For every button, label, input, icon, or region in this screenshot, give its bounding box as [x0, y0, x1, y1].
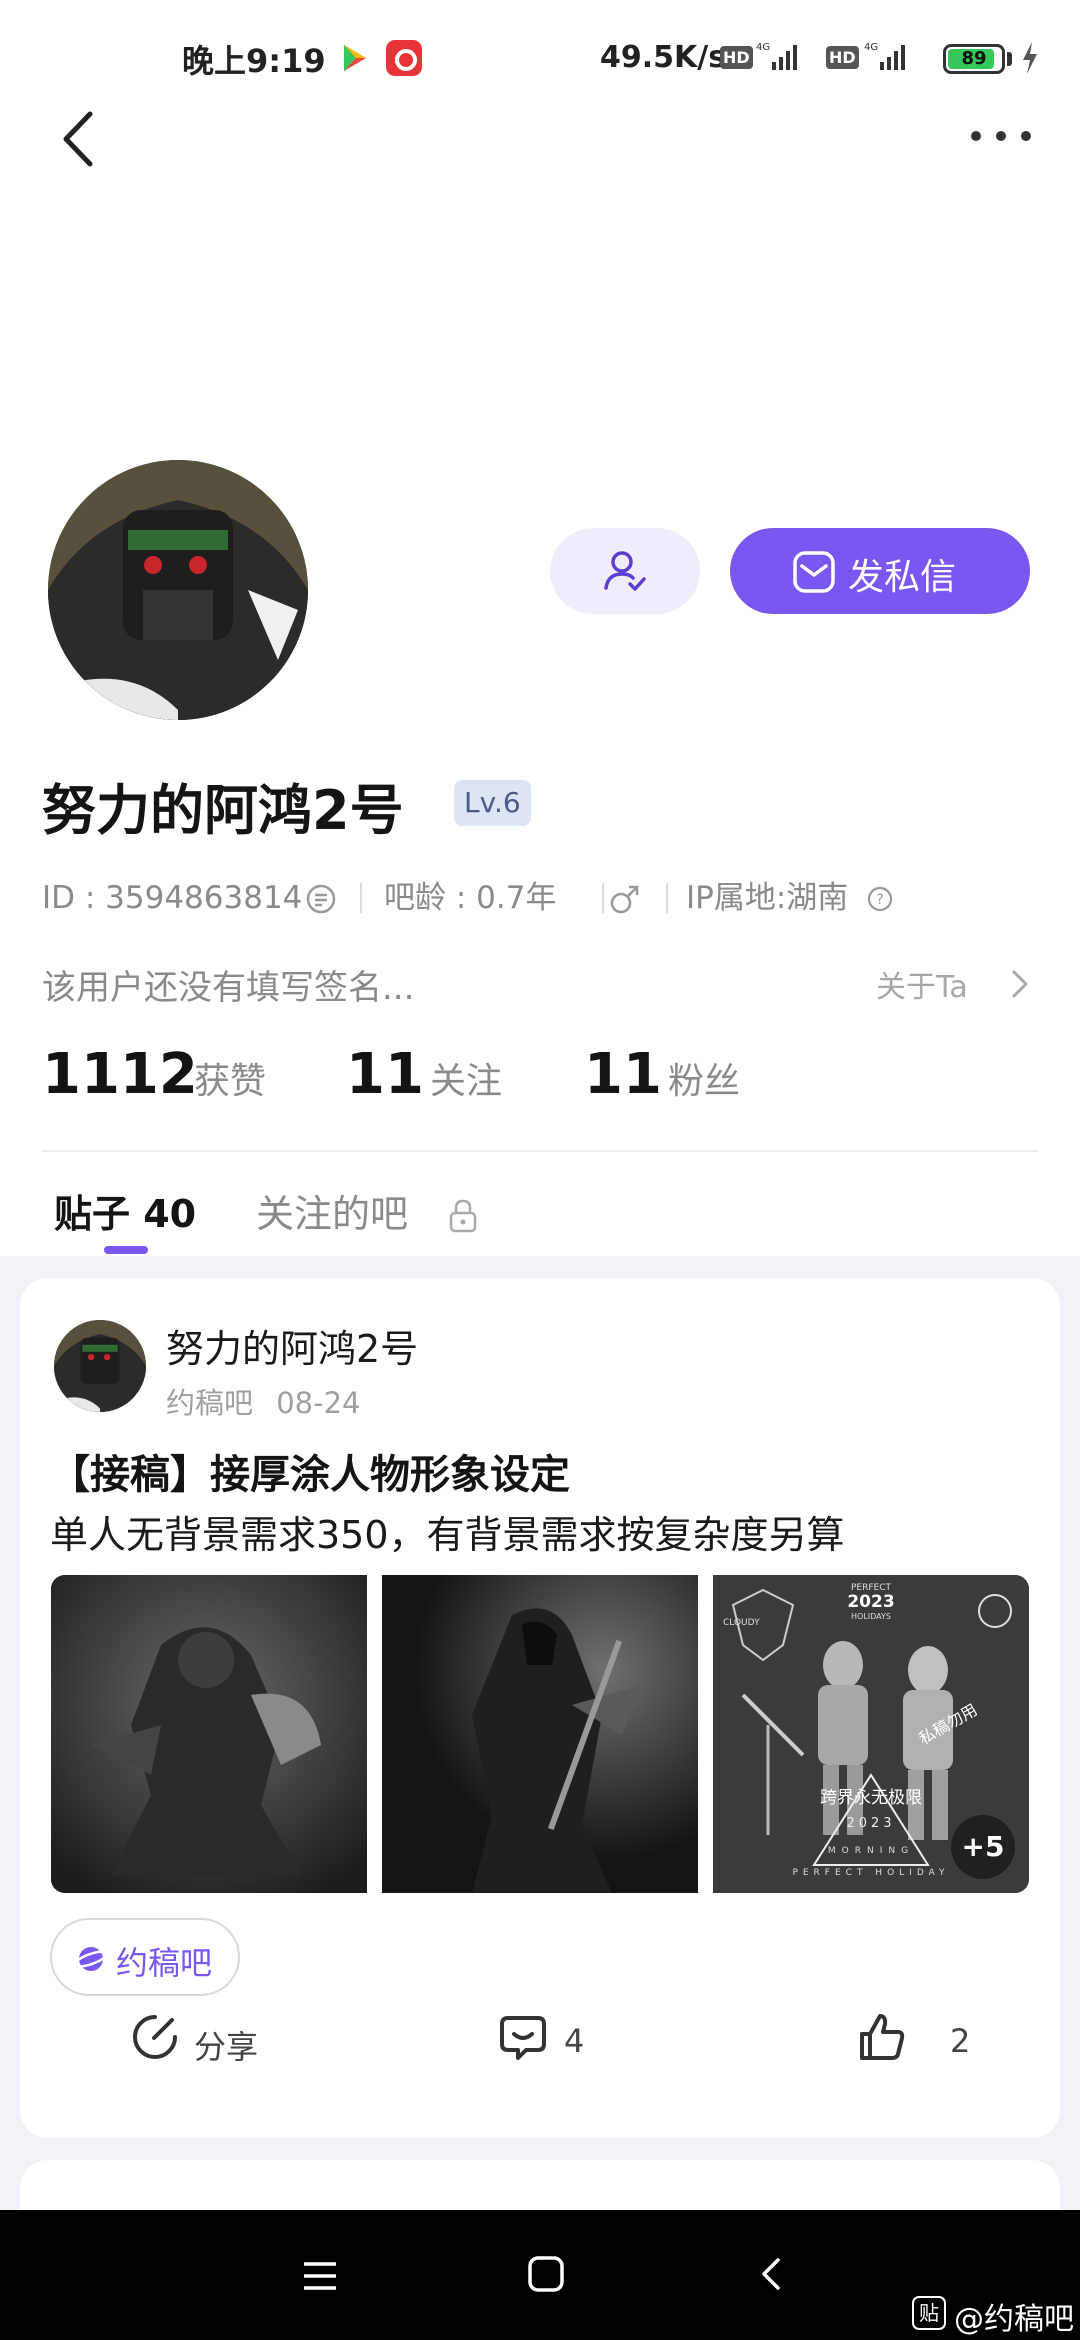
svg-text:4G: 4G: [864, 42, 878, 53]
tab-followed-forums[interactable]: 关注的吧: [256, 1186, 408, 1242]
user-check-icon: [604, 551, 646, 591]
back-button[interactable]: [54, 104, 104, 174]
follow-button[interactable]: [550, 528, 700, 614]
meta-divider: [602, 883, 604, 913]
about-link[interactable]: 关于Ta: [876, 962, 968, 1006]
share-icon: [133, 2015, 177, 2059]
followers-count[interactable]: 11: [584, 1040, 662, 1110]
post-meta: 约稿吧 08-24: [166, 1380, 361, 1422]
more-options-icon[interactable]: [966, 120, 1036, 160]
active-tab-indicator: [104, 1246, 148, 1254]
menu-icon[interactable]: [300, 2256, 340, 2296]
post-author-avatar[interactable]: [54, 1320, 146, 1412]
copy-icon[interactable]: [304, 882, 338, 916]
status-bar: 晚上9:19 49.5K/s HD 4G HD 4G 89: [0, 0, 1080, 118]
hd-badge: HD: [826, 46, 859, 69]
system-nav-bar: 贴 @约稿吧: [0, 2210, 1080, 2340]
level-badge: Lv.6: [454, 780, 531, 826]
thumbs-up-icon: [860, 2014, 905, 2060]
thumb3-slogan: 跨界永无极限: [820, 1788, 922, 1808]
profile-signature: 该用户还没有填写签名...: [42, 968, 415, 1008]
post-image[interactable]: [382, 1575, 698, 1893]
play-store-icon: [344, 45, 366, 71]
divider: [42, 1150, 1038, 1152]
thumb3-year2: 2023: [846, 1816, 895, 1831]
thumb3-brand: CLOUDY: [723, 1618, 760, 1628]
thumb3-year: 2023: [847, 1592, 894, 1612]
comment-icon: [500, 2016, 546, 2060]
comment-count: 4: [564, 2022, 585, 2060]
signal-icon: 4G: [864, 42, 905, 70]
charging-bolt-icon: [1023, 42, 1037, 74]
like-button[interactable]: 2: [856, 1994, 976, 2074]
battery-percent: 89: [961, 48, 987, 69]
like-count: 2: [950, 2022, 971, 2060]
mail-icon: [793, 551, 835, 593]
post-title[interactable]: 【接稿】接厚涂人物形象设定: [50, 1442, 570, 1500]
user-id: ID : 3594863814: [42, 880, 303, 916]
likes-count[interactable]: 1112: [42, 1040, 198, 1110]
post-image[interactable]: [51, 1575, 367, 1893]
post-image[interactable]: CLOUDY PERFECT 2023 HOLIDAYS 私稿勿用 跨界永无极限…: [713, 1575, 1029, 1893]
watermark-icon: 贴: [912, 2296, 946, 2330]
profile-avatar[interactable]: [48, 460, 308, 720]
meta-divider: [360, 883, 362, 913]
network-speed: 49.5K/s: [600, 40, 727, 75]
back-triangle-icon[interactable]: [756, 2254, 786, 2294]
send-message-label: 发私信: [848, 557, 957, 598]
forum-tag-button[interactable]: 约稿吧: [50, 1918, 240, 1996]
signal-icon: 4G: [756, 42, 797, 70]
comment-button[interactable]: 4: [498, 1994, 618, 2074]
help-icon[interactable]: ?: [866, 885, 894, 913]
following-label: 关注: [430, 1061, 503, 1102]
send-message-button[interactable]: 发私信: [730, 528, 1030, 614]
avatar-image: [54, 1320, 146, 1412]
chevron-right-icon[interactable]: [1008, 964, 1032, 1004]
forum-tag-label: 约稿吧: [116, 1944, 213, 1982]
dark-knight-image: [382, 1575, 698, 1893]
post-author-name[interactable]: 努力的阿鸿2号: [166, 1318, 418, 1373]
forum-age: 吧龄 : 0.7年: [384, 880, 557, 916]
post-date: 08-24: [276, 1386, 361, 1420]
armored-warrior-image: [51, 1575, 367, 1893]
share-label: 分享: [194, 2028, 259, 2066]
thumb3-footer: PERFECT HOLIDAY: [792, 1868, 949, 1878]
battery-nub: [1007, 52, 1012, 66]
battery-icon: 89: [943, 44, 1005, 74]
tab-posts[interactable]: 贴子 40: [54, 1186, 196, 1242]
lock-icon: [449, 1199, 477, 1233]
male-icon: [610, 885, 639, 914]
svg-text:4G: 4G: [756, 42, 770, 53]
thumb3-holidays: HOLIDAYS: [851, 1612, 891, 1621]
post-forum[interactable]: 约稿吧: [166, 1386, 253, 1420]
forum-planet-icon: [74, 1947, 108, 1971]
meta-divider: [666, 883, 668, 913]
status-time: 晚上9:19: [182, 42, 326, 80]
likes-label: 获赞: [194, 1061, 267, 1102]
music-app-icon: [386, 40, 422, 76]
more-images-badge[interactable]: +5: [951, 1815, 1015, 1879]
hd-badge: HD: [720, 46, 753, 69]
following-count[interactable]: 11: [346, 1040, 424, 1110]
profile-username: 努力的阿鸿2号: [42, 779, 404, 842]
followers-label: 粉丝: [668, 1061, 741, 1102]
post-card[interactable]: 努力的阿鸿2号 约稿吧 08-24 【接稿】接厚涂人物形象设定 单人无背景需求3…: [20, 1278, 1060, 2138]
share-button[interactable]: 分享: [130, 1994, 310, 2074]
svg-text:?: ?: [876, 892, 883, 908]
avatar-image: [48, 460, 308, 720]
post-body[interactable]: 单人无背景需求350，有背景需求按复杂度另算: [50, 1504, 845, 1559]
home-square-icon[interactable]: [526, 2254, 566, 2294]
ip-location: IP属地:湖南: [686, 880, 849, 916]
thumb3-morning: MORNING: [828, 1846, 914, 1856]
watermark-text: @约稿吧: [954, 2302, 1074, 2337]
